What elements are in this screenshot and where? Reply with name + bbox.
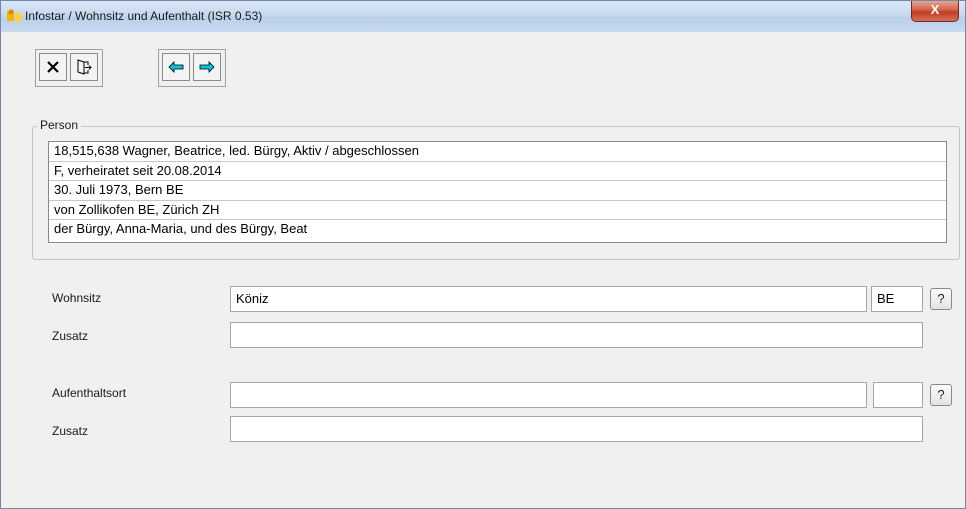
toolbar-navigation [158, 49, 226, 87]
wohnsitz-zusatz-input[interactable] [230, 322, 923, 348]
wohnsitz-label: Wohnsitz [52, 291, 102, 305]
person-info-list[interactable]: 18,515,638 Wagner, Beatrice, led. Bürgy,… [48, 141, 947, 243]
aufenthalt-zusatz-label: Zusatz [52, 424, 89, 438]
application-window: Infostar / Wohnsitz und Aufenthalt (ISR … [0, 0, 966, 509]
close-icon: X [930, 2, 940, 17]
person-line-civil-status: F, verheiratet seit 20.08.2014 [49, 162, 946, 181]
close-record-button[interactable] [39, 53, 67, 81]
wohnsitz-input[interactable]: Köniz [230, 286, 867, 312]
next-button[interactable] [193, 53, 221, 81]
person-line-origin: von Zollikofen BE, Zürich ZH [49, 201, 946, 220]
toolbar-actions [35, 49, 103, 87]
person-line-birth: 30. Juli 1973, Bern BE [49, 181, 946, 201]
wohnsitz-help-button[interactable]: ? [930, 288, 952, 310]
exit-door-icon [77, 59, 92, 75]
aufenthalt-help-button[interactable]: ? [930, 384, 952, 406]
aufenthalt-label: Aufenthaltsort [52, 386, 127, 400]
window-close-button[interactable]: X [911, 1, 959, 22]
wohnsitz-zusatz-label: Zusatz [52, 329, 89, 343]
arrow-left-icon [168, 61, 184, 73]
wohnsitz-canton-input[interactable]: BE [871, 286, 923, 312]
title-bar[interactable]: Infostar / Wohnsitz und Aufenthalt (ISR … [1, 1, 965, 32]
exit-button[interactable] [70, 53, 98, 81]
person-line-id-name: 18,515,638 Wagner, Beatrice, led. Bürgy,… [49, 142, 946, 162]
arrow-right-icon [199, 61, 215, 73]
person-legend: Person [37, 118, 82, 132]
previous-button[interactable] [162, 53, 190, 81]
app-icon [7, 9, 22, 22]
close-x-icon [47, 61, 59, 73]
aufenthalt-input[interactable] [230, 382, 867, 408]
window-title: Infostar / Wohnsitz und Aufenthalt (ISR … [25, 9, 263, 23]
aufenthalt-canton-input[interactable] [873, 382, 923, 408]
person-line-parents: der Bürgy, Anna-Maria, und des Bürgy, Be… [54, 221, 308, 236]
aufenthalt-zusatz-input[interactable] [230, 416, 923, 442]
